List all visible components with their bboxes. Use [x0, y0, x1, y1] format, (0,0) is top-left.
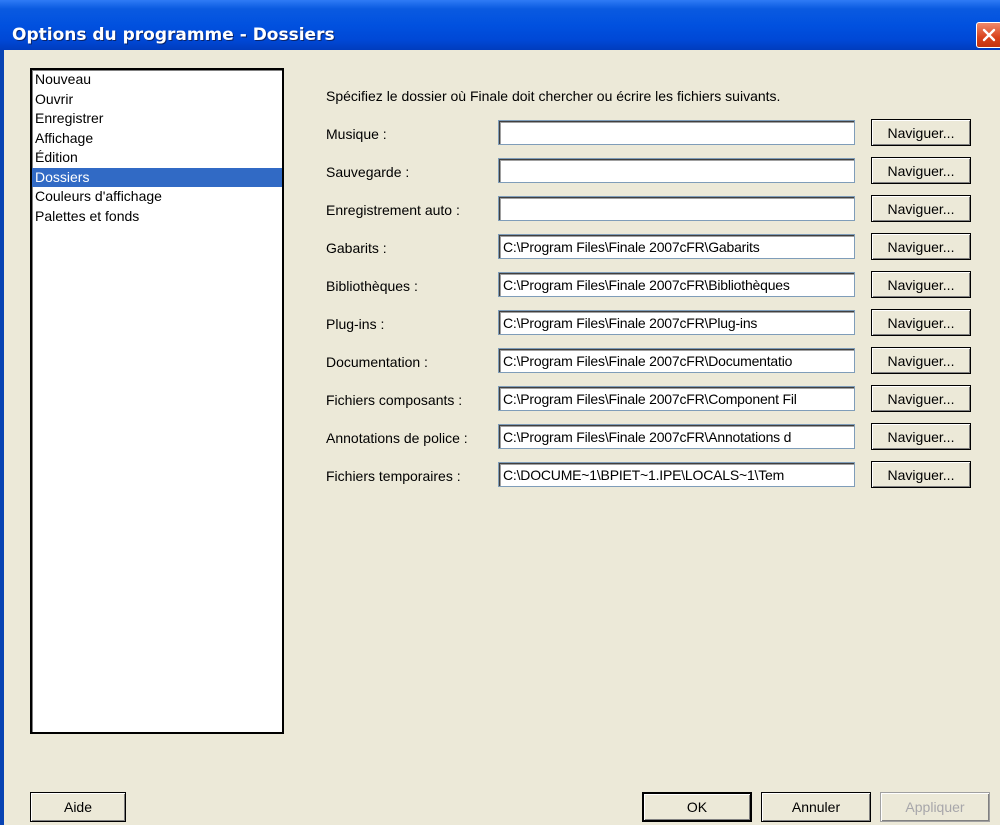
- folder-label-enregistrement-auto: Enregistrement auto :: [326, 202, 460, 218]
- browse-button-bibliotheques[interactable]: Naviguer...: [871, 271, 971, 298]
- folder-input-sauvegarde[interactable]: [498, 158, 855, 183]
- category-list[interactable]: Nouveau Ouvrir Enregistrer Affichage Édi…: [30, 68, 284, 734]
- browse-button-fichiers-temporaires[interactable]: Naviguer...: [871, 461, 971, 488]
- folder-label-musique: Musique :: [326, 126, 387, 142]
- category-item-affichage[interactable]: Affichage: [32, 129, 282, 149]
- browse-button-plug-ins[interactable]: Naviguer...: [871, 309, 971, 336]
- close-icon: [982, 28, 996, 42]
- folder-label-documentation: Documentation :: [326, 354, 428, 370]
- dialog-body: Nouveau Ouvrir Enregistrer Affichage Édi…: [4, 50, 1000, 825]
- intro-text: Spécifiez le dossier où Finale doit cher…: [326, 88, 781, 104]
- close-button[interactable]: [976, 22, 1000, 48]
- browse-button-enregistrement-auto[interactable]: Naviguer...: [871, 195, 971, 222]
- browse-button-sauvegarde[interactable]: Naviguer...: [871, 157, 971, 184]
- category-item-edition[interactable]: Édition: [32, 148, 282, 168]
- folder-input-annotations-police[interactable]: [498, 424, 855, 449]
- browse-button-musique[interactable]: Naviguer...: [871, 119, 971, 146]
- folder-label-annotations-police: Annotations de police :: [326, 430, 468, 446]
- help-button[interactable]: Aide: [30, 792, 126, 822]
- category-item-couleurs[interactable]: Couleurs d'affichage: [32, 187, 282, 207]
- folder-input-gabarits[interactable]: [498, 234, 855, 259]
- cancel-button[interactable]: Annuler: [761, 792, 871, 822]
- folder-input-musique[interactable]: [498, 120, 855, 145]
- category-item-dossiers[interactable]: Dossiers: [32, 167, 282, 187]
- folder-label-bibliotheques: Bibliothèques :: [326, 278, 418, 294]
- window-title: Options du programme - Dossiers: [12, 25, 335, 45]
- category-item-nouveau[interactable]: Nouveau: [32, 70, 282, 90]
- folder-label-plug-ins: Plug-ins :: [326, 316, 385, 332]
- browse-button-documentation[interactable]: Naviguer...: [871, 347, 971, 374]
- folder-input-plug-ins[interactable]: [498, 310, 855, 335]
- folder-input-enregistrement-auto[interactable]: [498, 196, 855, 221]
- category-item-ouvrir[interactable]: Ouvrir: [32, 90, 282, 110]
- folder-label-fichiers-composants: Fichiers composants :: [326, 392, 463, 408]
- browse-button-gabarits[interactable]: Naviguer...: [871, 233, 971, 260]
- options-dialog: Options du programme - Dossiers Nouveau …: [0, 0, 1000, 825]
- category-item-palettes[interactable]: Palettes et fonds: [32, 207, 282, 227]
- folder-input-fichiers-composants[interactable]: [498, 386, 855, 411]
- folder-input-bibliotheques[interactable]: [498, 272, 855, 297]
- title-bar[interactable]: Options du programme - Dossiers: [0, 0, 1000, 50]
- browse-button-fichiers-composants[interactable]: Naviguer...: [871, 385, 971, 412]
- folder-label-gabarits: Gabarits :: [326, 240, 387, 256]
- ok-button[interactable]: OK: [642, 792, 752, 822]
- folder-label-fichiers-temporaires: Fichiers temporaires :: [326, 468, 461, 484]
- folder-label-sauvegarde: Sauvegarde :: [326, 164, 410, 180]
- folder-input-fichiers-temporaires[interactable]: [498, 462, 855, 487]
- apply-button: Appliquer: [880, 792, 990, 822]
- browse-button-annotations-police[interactable]: Naviguer...: [871, 423, 971, 450]
- category-item-enregistrer[interactable]: Enregistrer: [32, 109, 282, 129]
- folder-input-documentation[interactable]: [498, 348, 855, 373]
